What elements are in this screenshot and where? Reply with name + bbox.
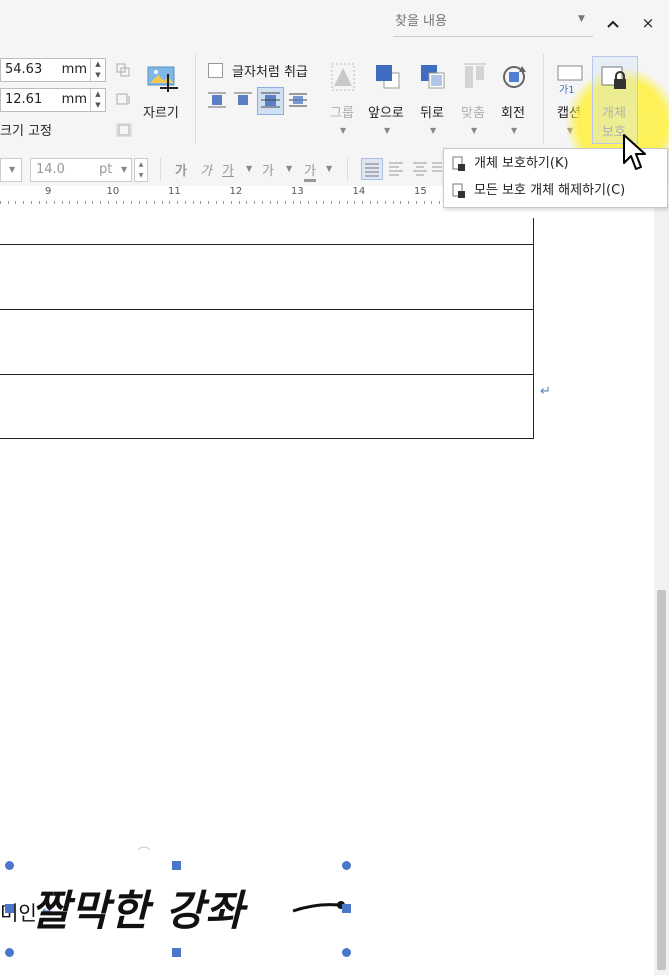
ruler-number: 13 (291, 186, 304, 197)
wrap-square-icon[interactable] (207, 90, 227, 110)
italic-button[interactable]: 가 (200, 160, 212, 179)
width-value: 54.63 (5, 62, 43, 77)
scrollbar-thumb[interactable] (657, 590, 666, 970)
resize-handle-left[interactable] (5, 904, 14, 913)
chevron-up-icon (607, 20, 619, 28)
font-size-value: 14.0 (36, 162, 65, 177)
paragraph-mark-icon: ↵ (540, 384, 551, 399)
height-unit: mm (61, 92, 87, 107)
wrap-top-bottom-icon[interactable] (233, 90, 253, 110)
ruler-number: 12 (229, 186, 243, 197)
group-dropdown-icon[interactable]: ▼ (340, 126, 346, 135)
resize-handle-top-right[interactable] (342, 861, 351, 870)
copy-size-icon[interactable] (116, 62, 130, 81)
resize-handle-top-left[interactable] (5, 861, 14, 870)
table-row-line (0, 374, 534, 375)
bring-forward-label[interactable]: 앞으로 (368, 102, 404, 121)
object-protect-button[interactable]: 개체 보호 (592, 56, 638, 144)
align-center-icon[interactable] (410, 158, 430, 182)
lock-icon (452, 156, 466, 172)
width-unit: mm (61, 62, 87, 77)
font-color-button[interactable]: 가 (304, 160, 316, 182)
ruler-number: 14 (352, 186, 366, 197)
crop-label[interactable]: 자르기 (143, 102, 179, 121)
crop-icon[interactable] (146, 64, 180, 98)
resize-handle-bottom-left[interactable] (5, 948, 14, 957)
height-spin-arrows[interactable]: ▲ ▼ (90, 89, 105, 111)
align-label[interactable]: 맞춤 (461, 102, 485, 121)
strikethrough-button[interactable]: 가 (262, 160, 274, 179)
mouse-cursor-icon (623, 134, 646, 170)
ruler-number: 10 (106, 186, 120, 197)
size-fix-label[interactable]: 크기 고정 (0, 120, 52, 139)
bring-forward-icon[interactable] (374, 62, 402, 96)
resize-handle-top[interactable] (172, 861, 181, 870)
font-size-combo[interactable]: 14.0 pt ▼ (30, 158, 132, 182)
signature-text: 짤막한 강좌 (31, 886, 245, 935)
table-row-line (0, 244, 534, 245)
object-protect-label-1: 개체 (602, 106, 626, 121)
ruler-number: 9 (45, 186, 52, 197)
group-icon[interactable] (330, 62, 356, 96)
close-button[interactable]: × (636, 11, 660, 35)
wrap-in-front-icon[interactable] (288, 90, 308, 110)
rotate-dropdown-icon[interactable]: ▼ (511, 126, 517, 135)
font-size-spin[interactable]: ▲ ▼ (134, 158, 148, 182)
ruler-number: 15 (414, 186, 427, 197)
align-left-icon[interactable] (386, 158, 406, 182)
lock-object-icon (601, 65, 629, 97)
rotate-label[interactable]: 회전 (501, 102, 525, 121)
table-row-line (0, 309, 534, 310)
align-right-icon[interactable] (432, 158, 442, 182)
treat-as-char-label: 글자처럼 취급 (232, 65, 308, 80)
wrap-behind-text-icon[interactable] (257, 87, 284, 115)
align-justify-icon[interactable] (361, 158, 383, 180)
find-dropdown-icon[interactable]: ▼ (578, 14, 585, 24)
title-bar: ▼ × (0, 0, 669, 46)
menu-item-label: 모든 보호 개체 해제하기(C) (474, 183, 626, 198)
front-dropdown-icon[interactable]: ▼ (384, 126, 390, 135)
rotate-handle-icon[interactable]: ⌒ (138, 844, 150, 861)
rotate-icon[interactable] (500, 62, 528, 96)
resize-handle-bottom-right[interactable] (342, 948, 351, 957)
bold-button[interactable]: 가 (175, 160, 187, 179)
font-name-combo[interactable]: ▼ (0, 158, 22, 182)
height-value: 12.61 (5, 92, 43, 107)
send-backward-icon[interactable] (419, 62, 447, 96)
height-spinner[interactable]: 12.61 mm ▲ ▼ (0, 88, 106, 112)
menu-item-label: 개체 보호하기(K) (474, 156, 569, 171)
original-size-icon[interactable] (116, 122, 132, 141)
back-dropdown-icon[interactable]: ▼ (430, 126, 436, 135)
resize-handle-bottom[interactable] (172, 948, 181, 957)
separator (543, 54, 544, 144)
send-backward-label[interactable]: 뒤로 (420, 102, 444, 121)
width-spin-arrows[interactable]: ▲ ▼ (90, 59, 105, 81)
paste-size-icon[interactable] (116, 92, 132, 111)
find-input[interactable] (393, 8, 577, 34)
collapse-ribbon-button[interactable] (601, 11, 625, 35)
signature-image[interactable]: 짤막한 강좌 (10, 866, 349, 955)
align-icon[interactable] (462, 62, 488, 96)
menu-item-unprotect-all[interactable]: 모든 보호 개체 해제하기(C) (452, 179, 660, 203)
font-size-unit: pt (99, 162, 113, 177)
ruler-number: 11 (168, 186, 181, 197)
document-area[interactable]: ↵ 미인 ↵ 짤막한 강좌 ⌒ (0, 204, 654, 975)
resize-handle-right[interactable] (342, 904, 351, 913)
find-box[interactable] (393, 8, 593, 37)
separator (195, 54, 196, 144)
align-dropdown-icon[interactable]: ▼ (471, 126, 477, 135)
table-right-border (533, 218, 534, 439)
width-spinner[interactable]: 54.63 mm ▲ ▼ (0, 58, 106, 82)
unlock-icon (452, 183, 466, 199)
treat-as-char-checkbox[interactable] (208, 63, 223, 78)
table-row-line (0, 438, 534, 439)
group-label[interactable]: 그룹 (330, 102, 354, 121)
svg-text:가1: 가1 (559, 84, 575, 94)
underline-button[interactable]: 가 (222, 160, 234, 179)
